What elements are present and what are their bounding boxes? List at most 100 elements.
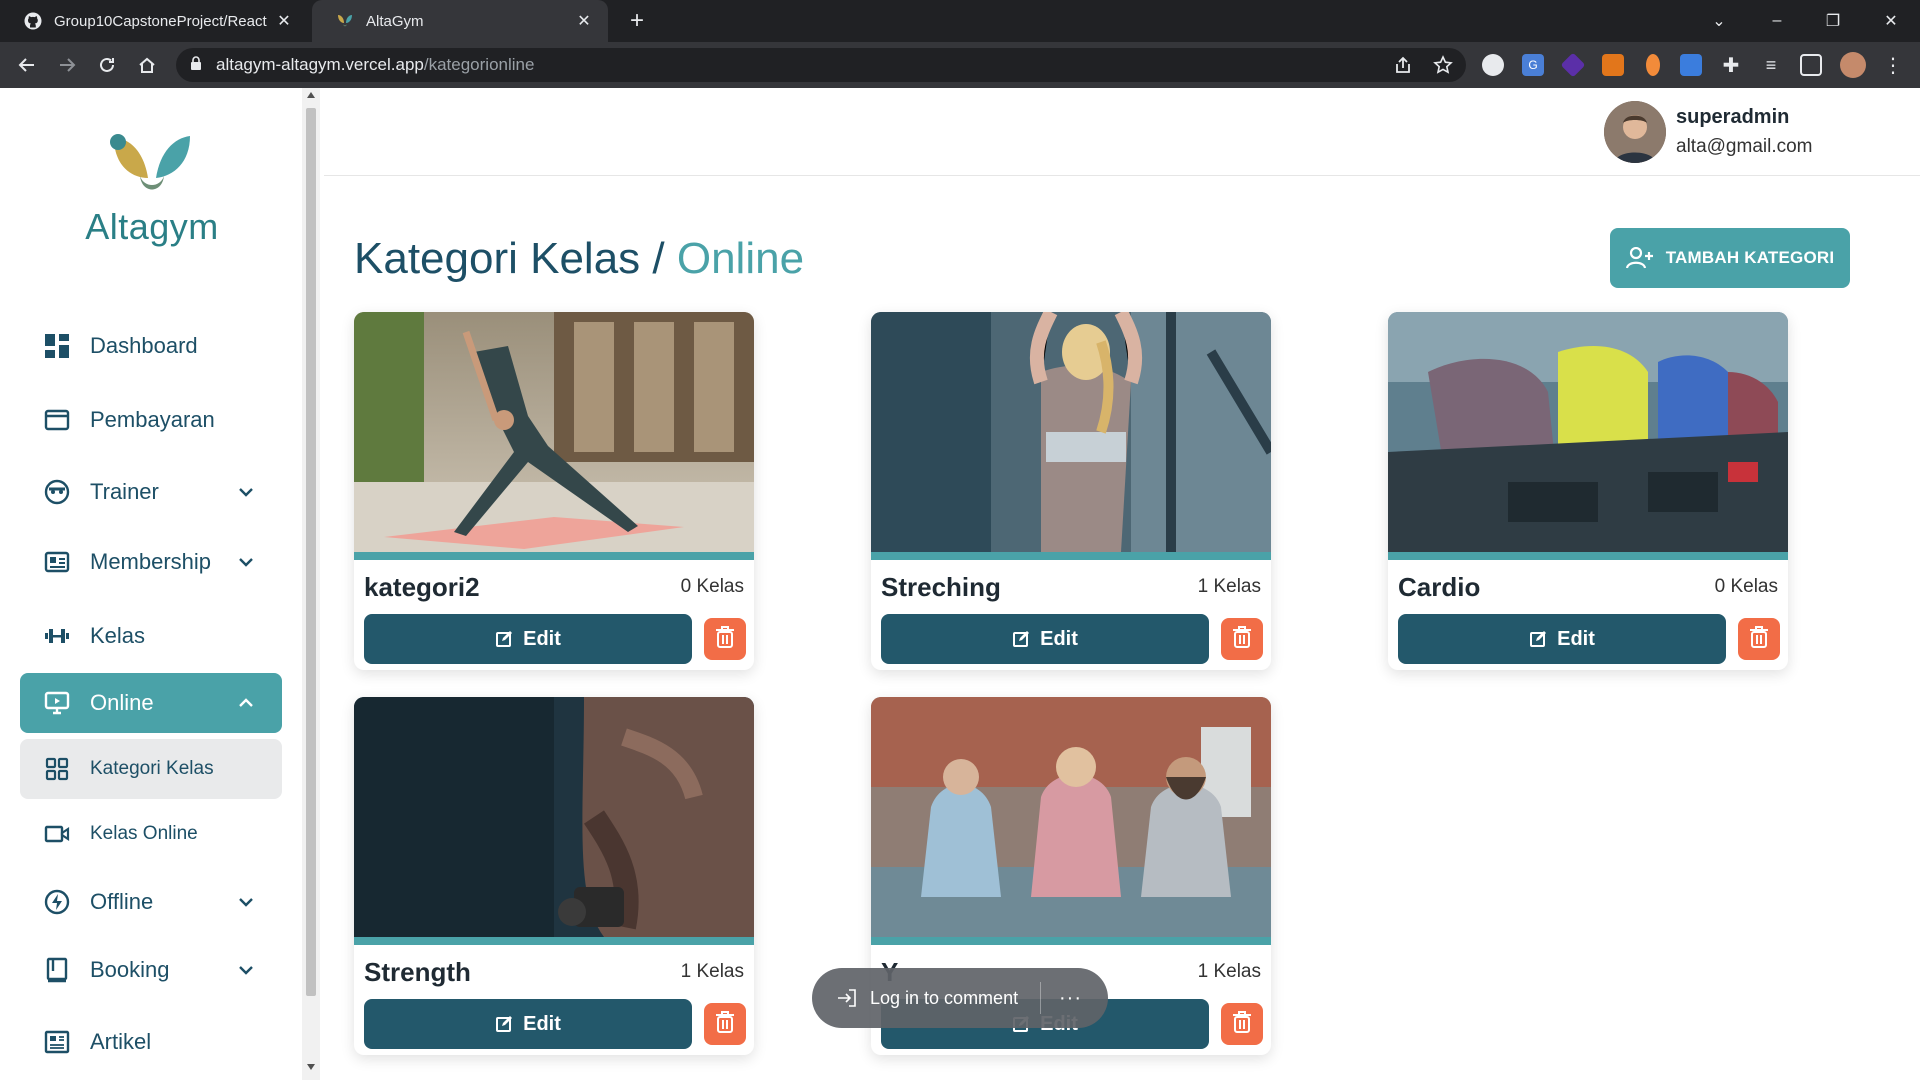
bookmark-star-icon[interactable] [1430,52,1456,78]
edit-icon [495,1015,513,1033]
category-image-cardio [1388,312,1788,552]
edit-button[interactable]: Edit [881,614,1209,664]
address-bar[interactable]: altagym-altagym.vercel.app /kategorionli… [176,48,1466,82]
scrollbar-thumb[interactable] [306,108,316,996]
article-icon [42,1027,72,1057]
edit-button[interactable]: Edit [364,999,692,1049]
home-icon[interactable] [134,52,160,78]
altagym-logo[interactable]: Altagym [70,126,234,247]
extension-icon[interactable] [1482,54,1504,76]
sidebar-item-label: Artikel [90,1029,152,1054]
sidebar-item-dashboard[interactable]: Dashboard [20,316,282,376]
url-path: /kategorionline [423,55,535,74]
page-viewport: Altagym Dashboard Pembayaran Trainer Mem… [0,88,1920,1080]
user-name: superadmin [1676,106,1790,128]
scroll-up-icon[interactable] [307,92,315,98]
scroll-down-icon[interactable] [307,1064,315,1070]
close-tab-icon[interactable]: ✕ [572,9,596,33]
media-control-icon[interactable]: ≡ [1760,54,1782,76]
sidebar-item-label: Kelas Online [90,823,198,844]
user-avatar[interactable] [1604,101,1666,163]
class-count: 1 Kelas [1197,961,1261,982]
category-name: Cardio [1398,572,1481,602]
card-accent-stripe [871,937,1271,945]
sidebar-item-label: Pembayaran [90,407,215,432]
class-count: 1 Kelas [1197,576,1261,597]
extension-icon[interactable] [1646,54,1660,76]
delete-button[interactable] [704,1003,746,1045]
card-accent-stripe [1388,552,1788,560]
sidebar: Altagym Dashboard Pembayaran Trainer Mem… [0,88,302,1080]
sidebar-scrollbar[interactable] [302,88,320,1080]
side-panel-icon[interactable] [1800,54,1822,76]
metamask-icon[interactable] [1602,54,1624,76]
back-icon[interactable] [14,52,40,78]
sidebar-item-artikel[interactable]: Artikel [20,1012,282,1072]
card-accent-stripe [871,552,1271,560]
restore-icon[interactable]: ❐ [1818,8,1848,34]
extension-icon[interactable] [1680,54,1702,76]
translate-extension-icon[interactable]: G [1522,54,1544,76]
trainer-icon [42,477,72,507]
delete-button[interactable] [1221,618,1263,660]
chevron-up-icon [234,691,258,715]
new-tab-icon[interactable]: + [624,7,650,34]
sidebar-item-booking[interactable]: Booking [20,940,282,1000]
forward-icon[interactable] [54,52,80,78]
share-icon[interactable] [1390,52,1416,78]
video-icon [42,819,72,849]
login-to-comment-toolbar[interactable]: Log in to comment ··· [812,968,1108,1028]
login-to-comment-label[interactable]: Log in to comment [870,988,1040,1009]
category-image-strength [354,697,754,937]
tab-search-icon[interactable]: ⌄ [1704,8,1734,34]
browser-tab-altagym[interactable]: AltaGym ✕ [312,0,608,42]
category-image-meditation [871,697,1271,937]
book-icon [42,955,72,985]
page-title-separator: / [640,234,677,283]
extension-icon[interactable] [1560,52,1586,78]
chevron-down-icon [234,958,258,982]
toast-divider [1040,982,1042,1014]
profile-avatar-icon[interactable] [1840,52,1866,78]
more-options-icon[interactable]: ··· [1059,987,1082,1010]
sidebar-item-label: Kategori Kelas [90,758,214,779]
browser-tab-bar: Group10CapstoneProject/React ✕ AltaGym ✕… [0,0,1920,42]
add-category-button[interactable]: TAMBAH KATEGORI [1610,228,1850,288]
browser-menu-icon[interactable]: ⋮ [1882,54,1904,77]
sidebar-item-kategori-kelas[interactable]: Kategori Kelas [20,739,282,799]
chevron-down-icon [234,890,258,914]
category-name: Streching [881,572,1001,602]
sidebar-item-offline[interactable]: Offline [20,872,282,932]
user-email: alta@gmail.com [1676,136,1813,157]
delete-button[interactable] [704,618,746,660]
close-tab-icon[interactable]: ✕ [272,9,296,33]
sidebar-item-membership[interactable]: Membership [20,532,282,592]
sidebar-item-online[interactable]: Online [20,673,282,733]
browser-tab-github[interactable]: Group10CapstoneProject/React ✕ [0,0,308,42]
sidebar-item-kelas[interactable]: Kelas [20,606,282,666]
card-accent-stripe [354,552,754,560]
dashboard-icon [42,331,72,361]
edit-button[interactable]: Edit [1398,614,1726,664]
trash-icon [1231,1010,1253,1039]
brand-name: Altagym [85,206,219,247]
tab-title: Group10CapstoneProject/React [54,12,267,30]
puzzle-extensions-icon[interactable]: ✚ [1720,54,1742,77]
minimize-icon[interactable]: – [1762,8,1792,34]
edit-button[interactable]: Edit [364,614,692,664]
category-name: Strength [364,957,471,987]
card-accent-stripe [354,937,754,945]
browser-toolbar: altagym-altagym.vercel.app /kategorionli… [0,42,1920,88]
edit-icon [1529,630,1547,648]
github-icon [24,12,42,30]
category-image-yoga [354,312,754,552]
sidebar-item-trainer[interactable]: Trainer [20,462,282,522]
sidebar-item-kelas-online[interactable]: Kelas Online [20,804,282,864]
page-title-main: Kategori Kelas [354,234,641,283]
reload-icon[interactable] [94,52,120,78]
delete-button[interactable] [1221,1003,1263,1045]
close-window-icon[interactable]: ✕ [1876,8,1906,34]
delete-button[interactable] [1738,618,1780,660]
class-count: 0 Kelas [680,576,744,597]
sidebar-item-pembayaran[interactable]: Pembayaran [20,390,282,450]
